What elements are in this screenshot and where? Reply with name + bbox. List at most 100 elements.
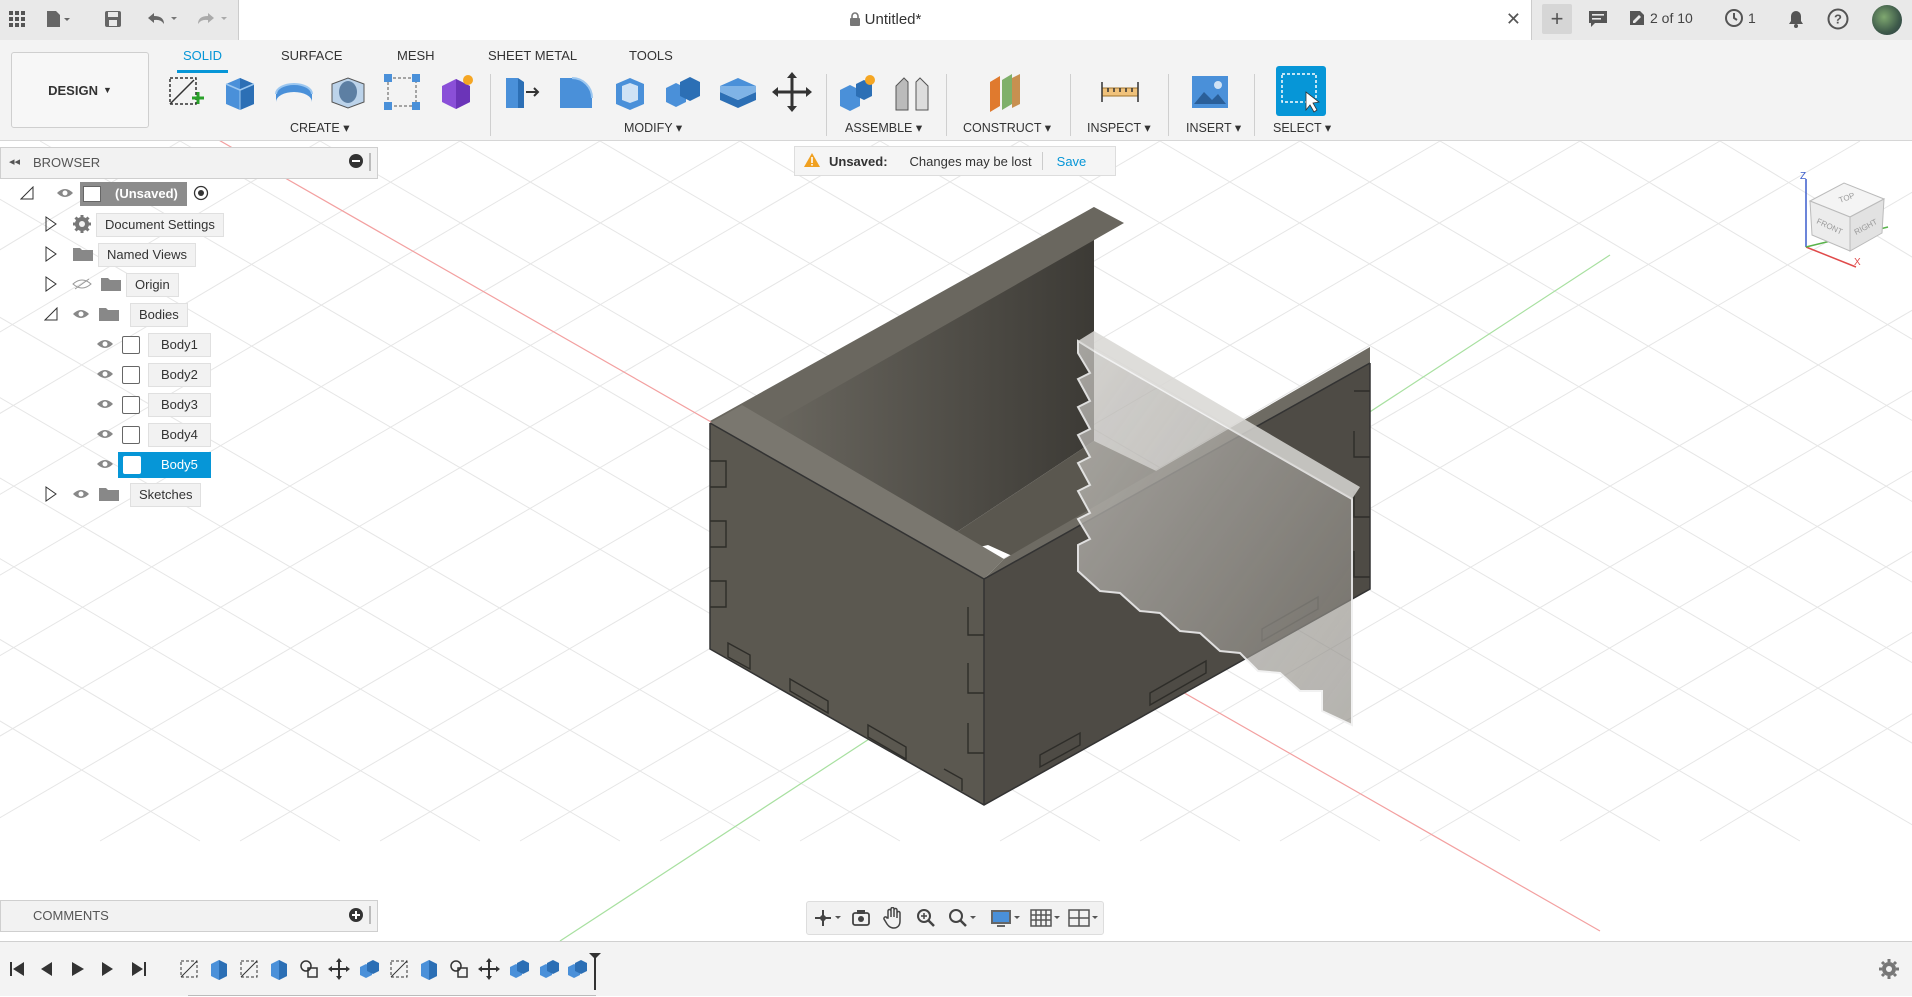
job-status[interactable]: 1	[1724, 8, 1756, 28]
timeline-extrude-feature-icon[interactable]	[208, 958, 230, 985]
press-pull-button[interactable]	[500, 70, 544, 114]
browser-item-body1[interactable]: Body1	[96, 333, 211, 357]
select-menu[interactable]: SELECT ▾	[1273, 120, 1331, 135]
versions-indicator[interactable]: 2 of 10	[1628, 9, 1693, 27]
create-sketch-button[interactable]	[164, 70, 208, 114]
zoom-icon[interactable]	[915, 907, 937, 934]
eye-icon[interactable]	[96, 428, 114, 443]
extrude-button[interactable]	[218, 70, 262, 114]
timeline-combine-feature-icon[interactable]	[566, 958, 588, 985]
fillet-button[interactable]	[554, 70, 598, 114]
assemble-menu[interactable]: ASSEMBLE ▾	[845, 120, 922, 135]
timeline-sketch-feature-icon[interactable]	[178, 958, 200, 985]
panel-resize-handle[interactable]	[369, 153, 371, 171]
tab-mesh[interactable]: MESH	[391, 44, 441, 70]
timeline-move-feature-icon[interactable]	[478, 958, 500, 985]
timeline-combine-feature-icon[interactable]	[538, 958, 560, 985]
create-menu[interactable]: CREATE ▾	[290, 120, 350, 135]
user-avatar[interactable]	[1872, 5, 1902, 35]
workspace-switcher[interactable]: DESIGN ▼	[11, 52, 149, 128]
timeline-sketch-feature-icon[interactable]	[388, 958, 410, 985]
browser-item-body2[interactable]: Body2	[96, 363, 211, 387]
expand-triangle-icon[interactable]	[44, 275, 58, 295]
timeline-combine-feature-icon[interactable]	[508, 958, 530, 985]
tab-sheet-metal[interactable]: SHEET METAL	[482, 44, 583, 70]
pan-hand-icon[interactable]	[883, 906, 903, 934]
eye-icon[interactable]	[96, 368, 114, 383]
activate-radio-icon[interactable]	[193, 185, 209, 204]
eye-icon[interactable]	[96, 398, 114, 413]
notifications-bell-icon[interactable]	[1783, 6, 1809, 32]
eye-hidden-icon[interactable]	[72, 278, 92, 293]
undo-icon[interactable]	[142, 6, 182, 32]
skip-to-end-icon[interactable]	[130, 960, 148, 983]
browser-item-origin[interactable]: Origin	[44, 273, 179, 297]
browser-item-body5[interactable]: Body5	[96, 452, 211, 478]
look-at-icon[interactable]	[851, 908, 871, 933]
expand-triangle-icon[interactable]	[44, 245, 58, 265]
tab-tools[interactable]: TOOLS	[623, 44, 679, 70]
joint-button[interactable]	[890, 70, 934, 114]
zoom-window-icon[interactable]	[947, 907, 977, 934]
offset-face-button[interactable]	[716, 70, 760, 114]
timeline-combine-feature-icon[interactable]	[358, 958, 380, 985]
collapse-triangle-icon[interactable]	[19, 185, 36, 203]
modify-menu[interactable]: MODIFY ▾	[624, 120, 682, 135]
insert-canvas-button[interactable]	[1188, 70, 1232, 114]
apps-grid-icon[interactable]	[4, 6, 30, 32]
browser-options-icon[interactable]	[349, 154, 363, 168]
eye-icon[interactable]	[96, 338, 114, 353]
timeline-extrude-feature-icon[interactable]	[418, 958, 440, 985]
view-cube[interactable]: Z X TOP FRONT RIGHT	[1788, 161, 1898, 271]
file-menu-icon[interactable]	[44, 6, 70, 32]
rectangular-pattern-button[interactable]	[380, 70, 424, 114]
eye-icon[interactable]	[96, 458, 114, 473]
create-form-button[interactable]	[434, 70, 478, 114]
document-tab[interactable]: Untitled* ✕	[238, 0, 1532, 40]
tab-solid[interactable]: SOLID	[177, 44, 229, 73]
offset-plane-button[interactable]	[984, 70, 1028, 114]
timeline-sketch-feature-icon[interactable]	[238, 958, 260, 985]
skip-to-start-icon[interactable]	[8, 960, 26, 983]
select-button[interactable]	[1276, 66, 1326, 116]
timeline-move-feature-icon[interactable]	[328, 958, 350, 985]
measure-button[interactable]	[1098, 70, 1142, 114]
save-icon[interactable]	[100, 6, 126, 32]
step-forward-icon[interactable]	[98, 960, 116, 983]
hole-button[interactable]	[326, 70, 370, 114]
insert-menu[interactable]: INSERT ▾	[1186, 120, 1241, 135]
add-comment-icon[interactable]	[349, 908, 363, 922]
viewports-icon[interactable]	[1067, 907, 1099, 934]
browser-root-node[interactable]: (Unsaved)	[19, 182, 209, 206]
step-back-icon[interactable]	[38, 960, 56, 983]
revolve-button[interactable]	[272, 70, 316, 114]
redo-icon[interactable]	[192, 6, 232, 32]
comment-icon[interactable]	[1585, 6, 1611, 32]
new-tab-icon[interactable]: +	[1542, 4, 1572, 34]
collapse-triangle-icon[interactable]	[43, 306, 58, 324]
grid-settings-icon[interactable]	[1029, 907, 1061, 934]
browser-item-document-settings[interactable]: Document Settings	[44, 213, 224, 237]
display-settings-icon[interactable]	[989, 907, 1021, 934]
3d-viewport[interactable]: Z X TOP FRONT RIGHT	[0, 141, 1912, 941]
eye-icon[interactable]	[72, 308, 90, 323]
expand-triangle-icon[interactable]	[44, 485, 58, 505]
close-tab-icon[interactable]: ✕	[1506, 9, 1521, 30]
timeline-joint-feature-icon[interactable]	[298, 958, 320, 985]
browser-item-body3[interactable]: Body3	[96, 393, 211, 417]
timeline-extrude-feature-icon[interactable]	[268, 958, 290, 985]
browser-item-sketches[interactable]: Sketches	[44, 483, 202, 507]
shell-button[interactable]	[608, 70, 652, 114]
timeline-joint-feature-icon[interactable]	[448, 958, 470, 985]
collapse-panel-icon[interactable]: ◂◂	[9, 155, 20, 168]
eye-icon[interactable]	[56, 187, 74, 202]
save-link[interactable]: Save	[1057, 154, 1087, 169]
tab-surface[interactable]: SURFACE	[275, 44, 348, 70]
browser-item-bodies[interactable]: Bodies	[43, 303, 188, 327]
panel-resize-handle[interactable]	[369, 906, 371, 924]
timeline-marker-icon[interactable]	[588, 952, 602, 997]
new-component-button[interactable]	[836, 70, 880, 114]
move-copy-button[interactable]	[770, 70, 814, 114]
browser-item-named-views[interactable]: Named Views	[44, 243, 196, 267]
construct-menu[interactable]: CONSTRUCT ▾	[963, 120, 1051, 135]
